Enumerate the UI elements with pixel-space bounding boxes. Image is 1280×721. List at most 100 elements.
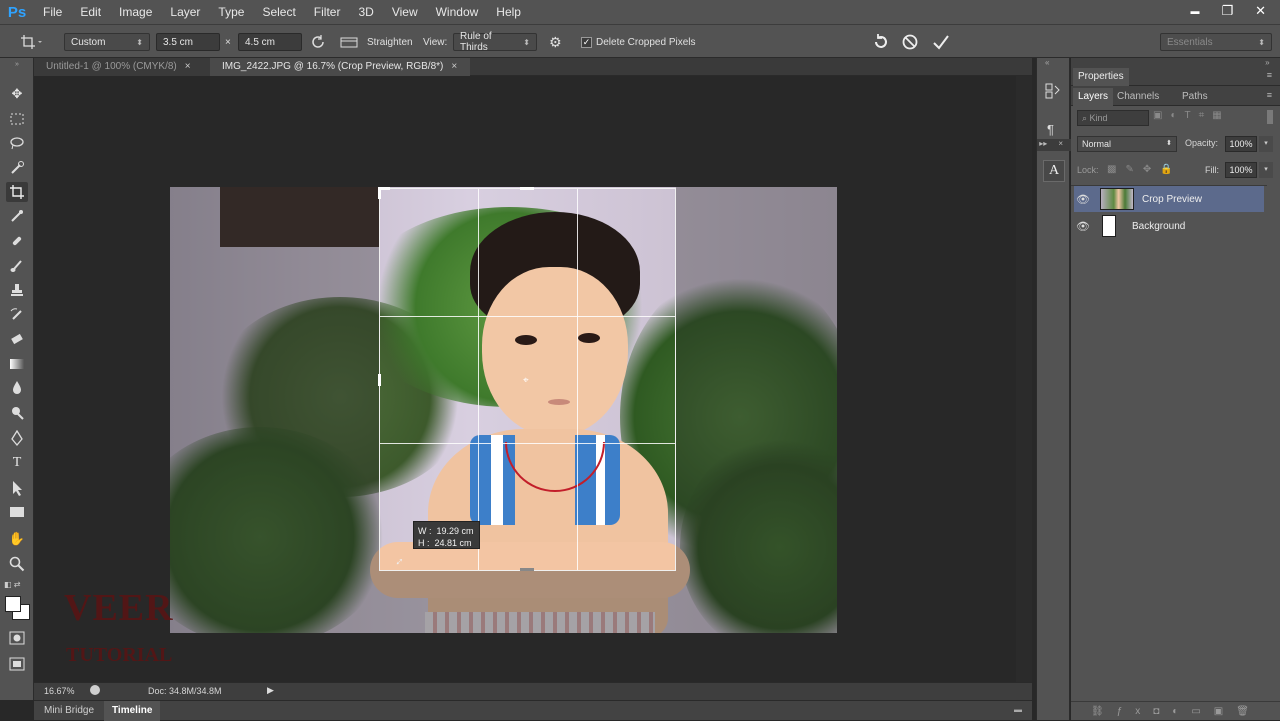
panel-menu-icon[interactable]: ≡ [1267,70,1272,80]
tab-paths[interactable]: Paths [1182,91,1208,102]
tab-img-2422[interactable]: IMG_2422.JPG @ 16.7% (Crop Preview, RGB/… [210,58,470,76]
watermark-line-2: TUTORIAL [66,644,173,666]
menu-select[interactable]: Select [253,0,304,24]
menu-window[interactable]: Window [427,0,488,24]
foreground-color-swatch[interactable] [5,596,21,612]
eyedropper-tool-icon[interactable] [6,206,28,226]
path-selection-tool-icon[interactable] [6,478,28,498]
height-input[interactable]: 4.5 cm [238,33,302,51]
default-colors-icon[interactable]: ◧ ⇄ [4,580,20,589]
close-icon[interactable]: ✕ [1255,3,1266,19]
menu-help[interactable]: Help [487,0,530,24]
crop-handle-top-left[interactable] [378,187,381,199]
zoom-level[interactable]: 16.67% [44,686,75,696]
menu-filter[interactable]: Filter [305,0,350,24]
blend-mode-dropdown[interactable]: Normal ⬍ [1077,136,1177,152]
rectangle-tool-icon[interactable] [6,502,28,522]
screen-mode-icon[interactable] [6,654,28,674]
menu-image[interactable]: Image [110,0,161,24]
straighten-label[interactable]: Straighten [367,33,413,51]
thirds-grid-line [380,316,675,317]
crop-handle-top[interactable] [520,187,534,190]
right-panels: » Properties ≡ Layers Channels Paths ≡ ⌕… [1071,58,1280,720]
cancel-icon[interactable] [901,33,919,51]
lasso-tool-icon[interactable] [6,133,28,153]
eraser-tool-icon[interactable] [6,329,28,349]
clone-stamp-tool-icon[interactable] [6,280,28,300]
gear-icon[interactable]: ⚙ [549,33,562,51]
fill-input[interactable]: 100% [1225,162,1257,178]
restore-icon[interactable]: ❐ [1221,3,1233,19]
brush-tool-icon[interactable] [6,256,28,276]
tab-properties[interactable]: Properties [1073,68,1129,86]
vertical-scrollbar[interactable] [1016,76,1032,682]
paragraph-icon[interactable]: ¶ [1047,122,1054,137]
pen-tool-icon[interactable] [6,428,28,448]
hand-tool-icon[interactable]: ✋ [6,529,28,549]
history-brush-tool-icon[interactable] [6,305,28,325]
reset-icon[interactable] [872,33,890,51]
panel-menu-icon[interactable]: ▬ [1014,705,1022,714]
quick-mask-icon[interactable] [6,628,28,648]
menu-file[interactable]: File [34,0,71,24]
collapse-arrows-icon[interactable]: » [6,60,28,68]
status-info-icon[interactable] [90,685,100,695]
menu-type[interactable]: Type [209,0,253,24]
tab-layers[interactable]: Layers [1073,88,1114,106]
eye-icon[interactable]: 👁 [1074,220,1092,233]
menu-layer[interactable]: Layer [161,0,209,24]
view-overlay-dropdown[interactable]: Rule of Thirds ⬍ [453,31,537,53]
workspace-dropdown[interactable]: Essentials ⬍ [1160,33,1272,51]
move-tool-icon[interactable]: ✥ [6,84,28,104]
character-panel-icon[interactable]: A [1043,160,1065,182]
healing-brush-tool-icon[interactable] [6,231,28,251]
layer-background[interactable]: 👁 Background [1074,213,1264,239]
commit-icon[interactable] [932,33,950,51]
gradient-tool-icon[interactable] [6,354,28,374]
status-menu-arrow-icon[interactable]: ▶ [267,685,274,696]
crop-dimensions-tooltip: W : 19.29 cm H : 24.81 cm [413,521,480,549]
menu-edit[interactable]: Edit [71,0,110,24]
history-icon[interactable] [1045,82,1061,103]
layer-filter-icons[interactable]: ▣◐T⌗▦ [1153,110,1230,121]
layer-crop-preview[interactable]: 👁 Crop Preview [1074,186,1264,212]
delete-cropped-checkbox[interactable]: ✓ [581,36,592,48]
minimize-icon[interactable]: ▬ [1190,6,1199,16]
dodge-tool-icon[interactable] [6,403,28,423]
width-input[interactable]: 3.5 cm [156,33,220,51]
panel-menu-icon[interactable]: ≡ [1267,90,1272,100]
ratio-preset-dropdown[interactable]: Custom ⬍ [64,33,150,51]
tab-label: Untitled-1 @ 100% (CMYK/8) [46,61,177,72]
crop-handle-left[interactable] [378,374,381,386]
type-tool-icon[interactable]: T [6,453,28,473]
crop-tool-preset-icon[interactable] [20,33,42,51]
lock-icons[interactable]: ▩✎✥🔒 [1107,164,1182,175]
close-icon[interactable]: × [451,61,457,72]
tab-mini-bridge[interactable]: Mini Bridge [44,705,94,716]
layer-filter-kind[interactable]: ⌕ Kind [1077,110,1149,126]
lock-label: Lock: [1077,165,1099,175]
fill-slider-toggle[interactable]: ▾ [1259,162,1273,178]
filter-toggle[interactable] [1267,110,1273,124]
straighten-icon[interactable] [340,33,358,51]
expand-arrows-icon[interactable]: « [1045,58,1049,67]
tab-timeline[interactable]: Timeline [104,701,161,721]
menu-view[interactable]: View [383,0,427,24]
close-icon[interactable]: × [185,61,191,72]
tab-untitled-1[interactable]: Untitled-1 @ 100% (CMYK/8) × [34,58,210,76]
quick-selection-tool-icon[interactable] [6,157,28,177]
opacity-slider-toggle[interactable]: ▾ [1259,136,1273,152]
crop-handle-bottom[interactable] [520,568,534,571]
tab-channels[interactable]: Channels [1117,91,1159,102]
blur-tool-icon[interactable] [6,378,28,398]
view-label: View: [423,36,448,48]
menu-3d[interactable]: 3D [349,0,382,24]
crop-box[interactable]: ⌖ [378,187,676,571]
zoom-tool-icon[interactable] [6,554,28,574]
eye-icon[interactable]: 👁 [1074,193,1092,206]
crop-tool-icon[interactable] [6,182,28,202]
clear-icon[interactable] [310,33,326,51]
opacity-input[interactable]: 100% [1225,136,1257,152]
marquee-tool-icon[interactable] [6,109,28,129]
layer-actions-bar[interactable]: ⛓ƒx◘◐▭▣🗑 [1071,701,1280,720]
